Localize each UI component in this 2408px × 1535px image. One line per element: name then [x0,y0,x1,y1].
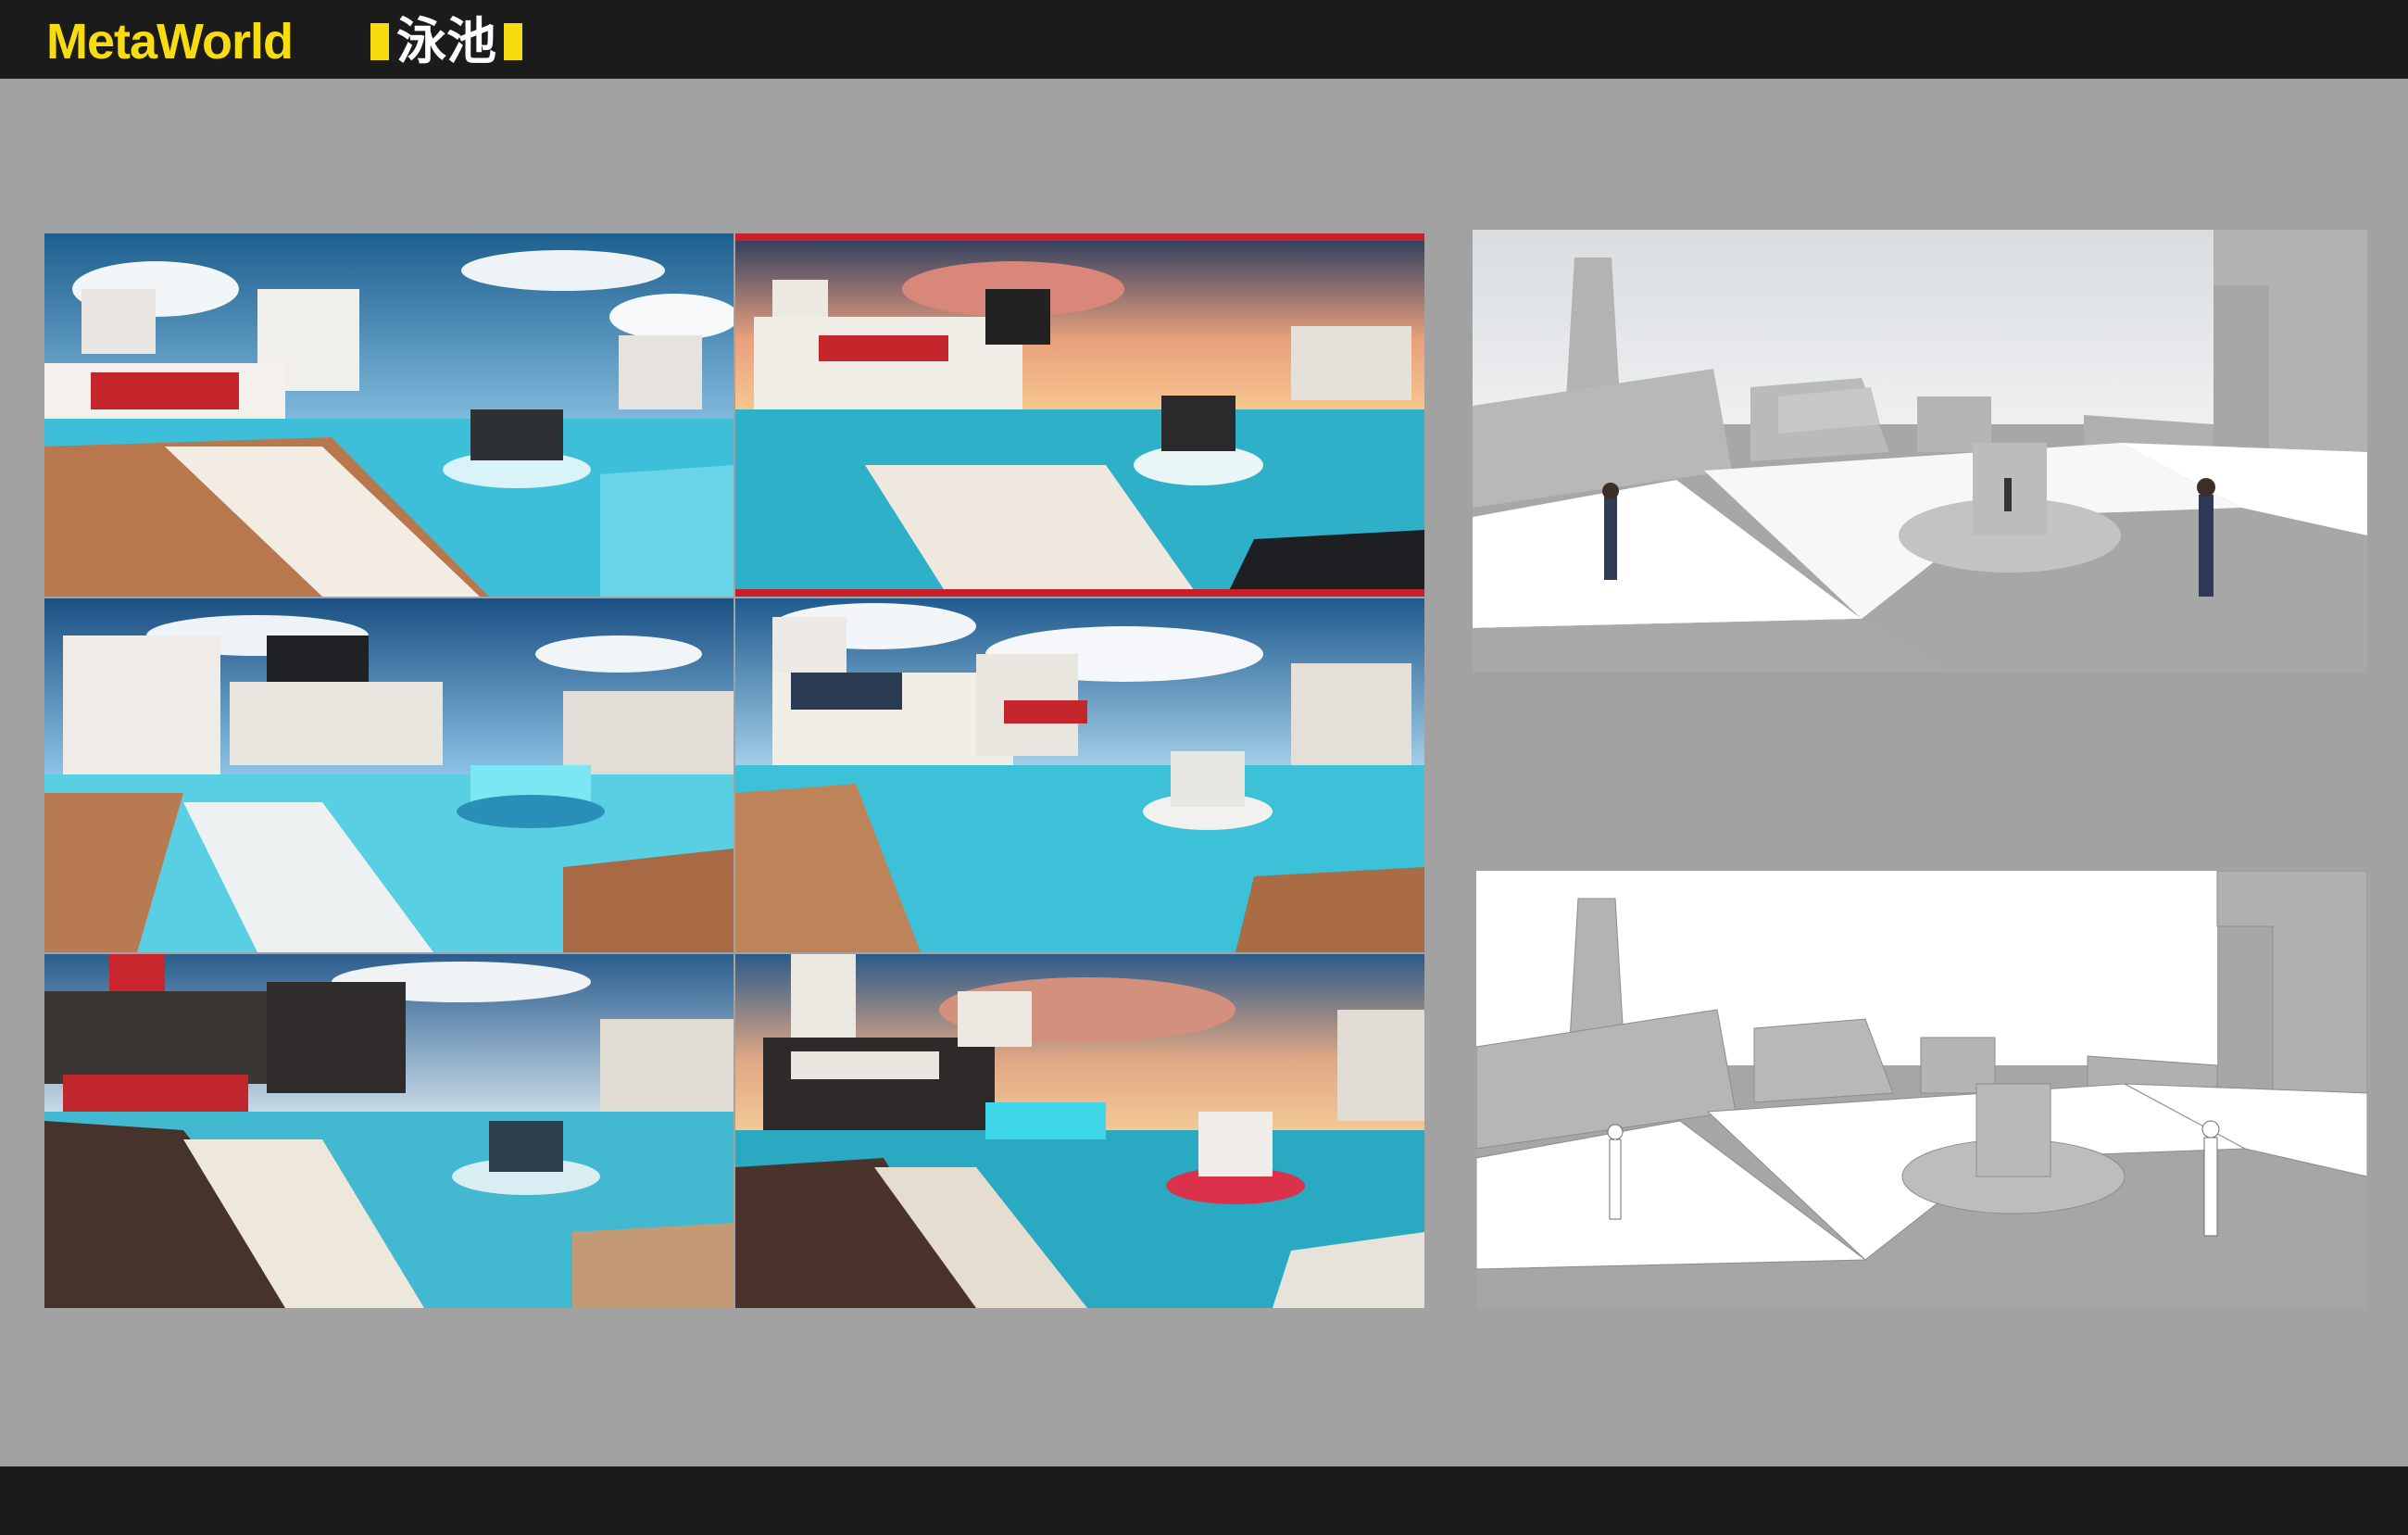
render-daylight-3 [735,598,1424,952]
render-sunset-2 [735,954,1424,1308]
model-shaded [1473,230,2367,673]
title-bracket-left [370,23,389,60]
page-title: 泳池 [370,13,522,70]
model-lineart [1476,871,2367,1310]
render-daylight-1 [44,233,734,597]
render-daylight-2 [44,598,734,952]
brand-logo: MetaWorld [46,14,294,69]
render-evening-1 [44,954,734,1308]
header-bar: MetaWorld 泳池 [0,0,2408,79]
title-bracket-right [504,23,522,60]
page-title-text: 泳池 [396,12,496,70]
footer-bar [0,1466,2408,1535]
render-sunset-1 [735,233,1424,597]
